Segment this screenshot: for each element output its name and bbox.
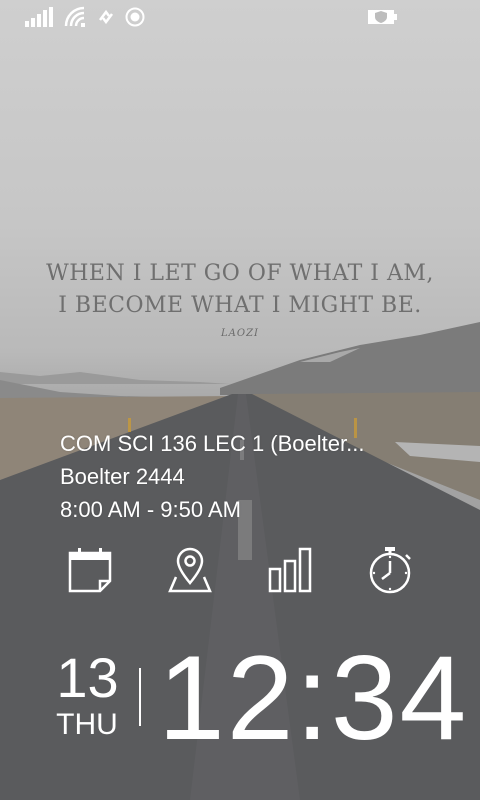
- status-bar: [0, 0, 480, 36]
- location-icon: [124, 6, 146, 28]
- stopwatch-icon[interactable]: [366, 545, 414, 597]
- data-sync-icon: [96, 6, 116, 28]
- event-location: Boelter 2444: [60, 464, 185, 489]
- lock-screen: WHEN I LET GO OF WHAT I AM, I BECOME WHA…: [0, 0, 480, 800]
- wifi-icon: [64, 6, 86, 28]
- quote-author: LAOZI: [221, 328, 259, 339]
- clock-divider: [139, 668, 141, 726]
- event-time: 8:00 AM - 9:50 AM: [60, 497, 241, 522]
- calendar-icon[interactable]: [66, 545, 114, 597]
- quote-line-1: WHEN I LET GO OF WHAT I AM,: [46, 261, 434, 286]
- signal-bars-icon: [24, 6, 54, 28]
- date-day: 13: [56, 646, 119, 709]
- quote-block: WHEN I LET GO OF WHAT I AM, I BECOME WHA…: [0, 258, 480, 339]
- battery-saver-icon: [366, 6, 400, 28]
- clock-time: 12:34: [158, 631, 469, 765]
- bar-chart-icon[interactable]: [266, 545, 314, 597]
- map-pin-icon[interactable]: [166, 545, 214, 597]
- event-title: COM SCI 136 LEC 1 (Boelter...: [60, 431, 365, 456]
- calendar-event[interactable]: COM SCI 136 LEC 1 (Boelter... Boelter 24…: [60, 427, 420, 526]
- quote-line-2: I BECOME WHAT I MIGHT BE.: [58, 293, 422, 318]
- date-weekday: THU: [56, 708, 118, 741]
